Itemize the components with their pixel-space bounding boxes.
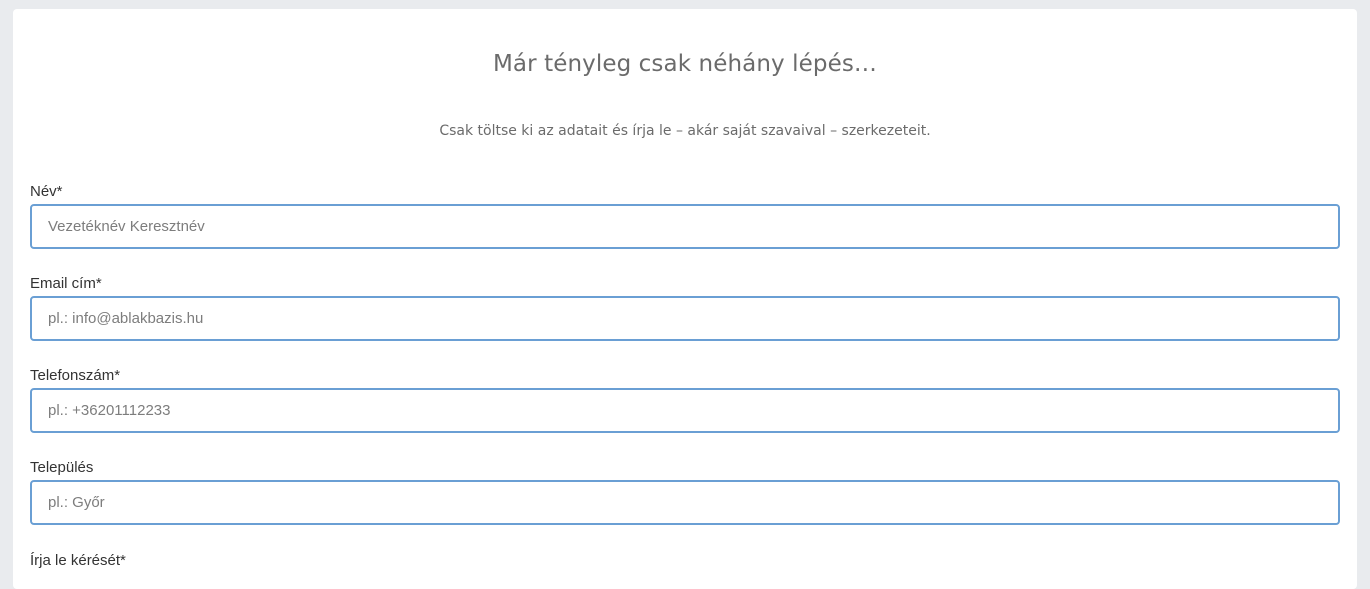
city-label: Település <box>30 459 94 476</box>
name-label: Név* <box>30 183 63 200</box>
request-label: Írja le kérését* <box>30 552 126 569</box>
email-label: Email cím* <box>30 275 102 292</box>
page-title: Már tényleg csak néhány lépés… <box>492 51 878 77</box>
phone-input[interactable] <box>30 388 1340 433</box>
form-card: Már tényleg csak néhány lépés… Csak tölt… <box>13 9 1357 589</box>
phone-label: Telefonszám* <box>30 367 121 384</box>
city-input[interactable] <box>30 480 1340 525</box>
name-input[interactable] <box>30 204 1340 249</box>
page-subtitle: Csak töltse ki az adatait és írja le – a… <box>439 123 931 139</box>
email-input[interactable] <box>30 296 1340 341</box>
